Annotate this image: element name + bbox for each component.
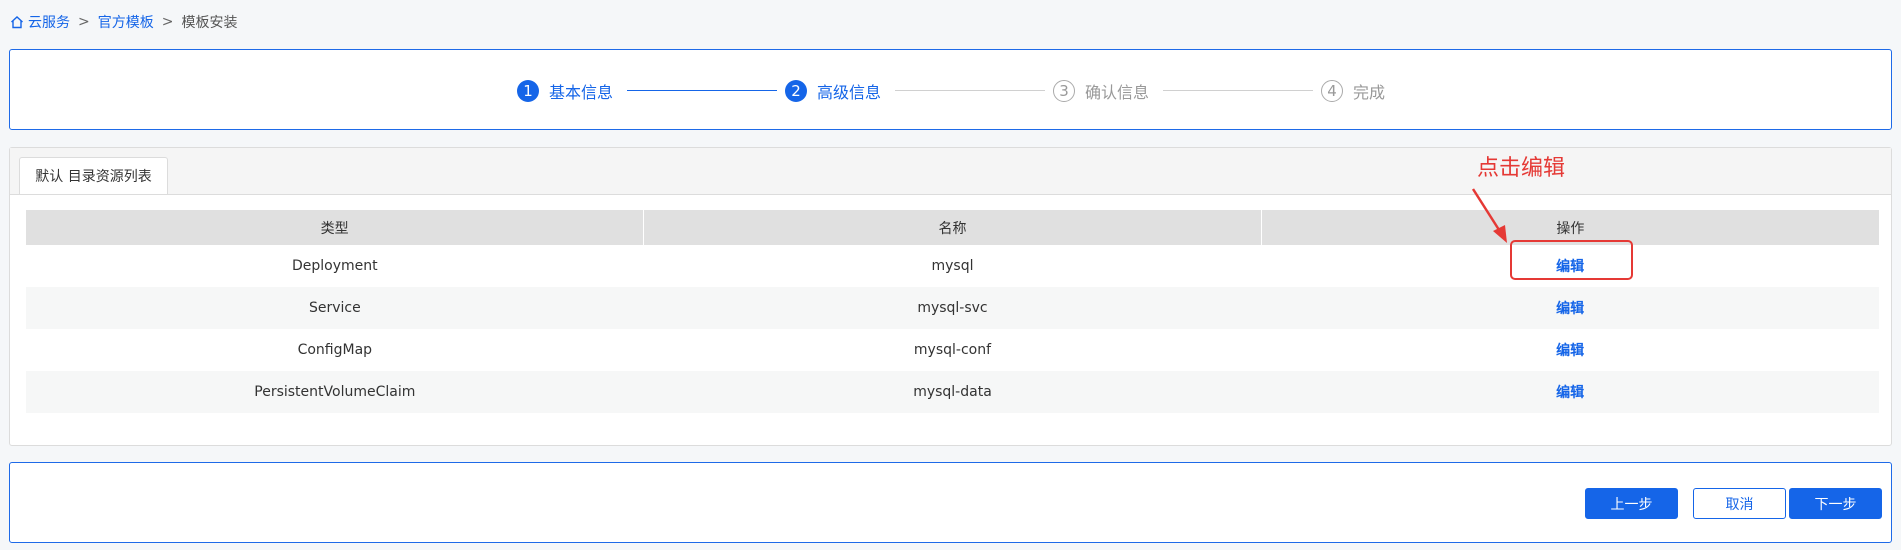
step-label: 基本信息 — [549, 83, 614, 102]
breadcrumb-official-template[interactable]: 官方模板 — [98, 12, 154, 32]
cancel-button[interactable]: 取消 — [1693, 488, 1786, 519]
step-number: 1 — [517, 80, 539, 102]
cell-type: PersistentVolumeClaim — [26, 371, 644, 413]
column-header-type: 类型 — [26, 210, 645, 245]
step-advanced-info: 2 高级信息 — [785, 78, 881, 104]
prev-step-button[interactable]: 上一步 — [1585, 488, 1678, 519]
step-connector — [627, 90, 777, 91]
step-number: 3 — [1053, 80, 1075, 102]
edit-link[interactable]: 编辑 — [1556, 301, 1584, 317]
cell-name: mysql — [931, 258, 974, 274]
cell-action: 编辑 — [1261, 371, 1879, 413]
steps-indicator: 1 基本信息 2 高级信息 3 确认信息 4 完成 — [10, 50, 1891, 129]
cell-name: mysql-data — [643, 371, 1262, 413]
step-basic-info: 1 基本信息 — [517, 78, 613, 104]
column-header-name: 名称 — [643, 210, 1262, 245]
cell-action: 编辑 — [1261, 329, 1879, 371]
table-row: Service mysql-svc 编辑 — [26, 287, 1879, 329]
cell-type: ConfigMap — [297, 342, 373, 358]
step-connector — [1163, 90, 1313, 91]
annotation-highlight-box — [1510, 240, 1633, 280]
breadcrumb-current: 模板安装 — [181, 15, 238, 31]
footer-panel: 上一步 取消 下一步 — [9, 462, 1892, 543]
resource-list-panel: 默认 目录资源列表 类型 名称 操作 Deployment mysql 编辑 S… — [9, 147, 1892, 446]
cell-action: 编辑 — [1261, 287, 1879, 329]
breadcrumb-separator: > — [161, 14, 174, 30]
step-label: 完成 — [1353, 83, 1386, 102]
tab-bar: 默认 目录资源列表 — [10, 148, 1891, 195]
breadcrumb: 云服务 > 官方模板 > 模板安装 — [10, 12, 237, 32]
home-icon[interactable] — [10, 15, 24, 29]
cell-type: Service — [26, 287, 644, 329]
step-label: 高级信息 — [817, 83, 882, 102]
tab-default-resource-list[interactable]: 默认 目录资源列表 — [19, 157, 168, 194]
step-number: 4 — [1321, 80, 1343, 102]
step-number: 2 — [785, 80, 807, 102]
table-row: PersistentVolumeClaim mysql-data 编辑 — [26, 371, 1879, 413]
edit-link[interactable]: 编辑 — [1556, 343, 1584, 359]
step-label: 确认信息 — [1085, 83, 1150, 102]
annotation-arrow-icon — [1471, 188, 1507, 243]
step-confirm-info: 3 确认信息 — [1053, 78, 1149, 104]
cell-name: mysql-svc — [643, 287, 1262, 329]
breadcrumb-separator: > — [78, 14, 90, 30]
table-row: ConfigMap mysql-conf 编辑 — [26, 329, 1879, 371]
steps-panel: 1 基本信息 2 高级信息 3 确认信息 4 完成 — [9, 49, 1892, 130]
annotation-label: 点击编辑 — [1477, 156, 1566, 181]
edit-link[interactable]: 编辑 — [1556, 385, 1584, 401]
step-connector — [895, 90, 1045, 91]
cell-type: Deployment — [292, 258, 378, 274]
cell-name: mysql-conf — [913, 342, 992, 358]
breadcrumb-cloud-service[interactable]: 云服务 — [28, 12, 70, 32]
next-step-button[interactable]: 下一步 — [1789, 488, 1882, 519]
step-complete: 4 完成 — [1321, 78, 1385, 104]
